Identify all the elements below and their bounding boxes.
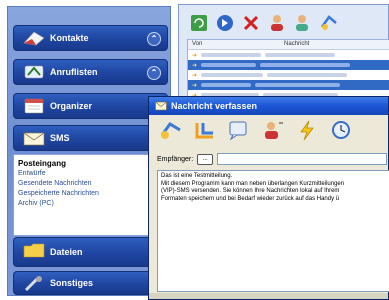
- table-header: Von Nachricht: [188, 40, 389, 50]
- address-book-button[interactable]: ...: [197, 153, 214, 165]
- message-list-window: Von Nachricht ➜ ➜ ➜ ➜: [178, 4, 389, 107]
- list-toolbar: [189, 13, 339, 35]
- table-row[interactable]: ➜: [188, 80, 389, 90]
- clock-icon[interactable]: [329, 119, 353, 141]
- message-arrow-icon: ➜: [192, 82, 198, 89]
- nav-sms-label: SMS: [50, 133, 70, 143]
- envelope-icon: [155, 101, 167, 111]
- contacts-icon: [23, 31, 45, 46]
- message-line: Das ist eine Testmitteilung.: [161, 173, 233, 179]
- template-icon[interactable]: [227, 119, 251, 141]
- obscured-sender: [201, 63, 257, 67]
- nav-dateien-label: Dateien: [50, 247, 83, 257]
- save-icon[interactable]: [193, 119, 217, 141]
- message-arrow-icon: ➜: [192, 52, 198, 59]
- nav-sonstiges-label: Sonstiges: [50, 278, 94, 288]
- obscured-text: [267, 73, 348, 77]
- new-message-icon[interactable]: [319, 13, 339, 33]
- organizer-icon: [24, 98, 44, 114]
- column-von[interactable]: Von: [188, 40, 280, 49]
- compose-titlebar[interactable]: Nachricht verfassen: [149, 97, 388, 115]
- nav-sonstiges[interactable]: Sonstiges: [13, 271, 168, 295]
- send-icon[interactable]: [159, 119, 183, 141]
- nav-dateien[interactable]: Dateien: [13, 237, 168, 267]
- table-row[interactable]: ➜: [188, 60, 389, 70]
- message-line: (VIP)-SMS versenden. Sie können Ihre Nac…: [161, 188, 340, 194]
- application-window: Kontakte ⌃ Anruflisten ⌃ Organizer SMS P…: [0, 0, 389, 300]
- nav-organizer-label: Organizer: [50, 101, 93, 111]
- message-line: Mit diesem Programm kann man neben überl…: [161, 180, 345, 187]
- contact-icon[interactable]: [267, 13, 287, 33]
- message-arrow-icon: ➜: [192, 72, 198, 79]
- table-row[interactable]: ➜: [188, 70, 389, 80]
- compose-window: Nachricht verfassen Empfänger: ... Das i…: [148, 96, 389, 300]
- nav-kontakte-label: Kontakte: [50, 33, 89, 43]
- folder-icon: [23, 243, 45, 258]
- contact-add-icon[interactable]: [293, 13, 313, 33]
- obscured-text: [260, 63, 351, 67]
- folder-archiv[interactable]: Archiv (PC): [18, 199, 163, 209]
- obscured-sender: [201, 53, 262, 57]
- obscured-text: [265, 53, 336, 57]
- delete-icon[interactable]: [241, 13, 261, 33]
- table-row[interactable]: ➜: [188, 50, 389, 60]
- collapse-icon[interactable]: ⌃: [147, 66, 161, 80]
- recipient-row: Empfänger: ...: [157, 153, 388, 165]
- message-line: Formaten speichern und bei Bedarf wieder…: [161, 195, 340, 202]
- folder-posteingang[interactable]: Posteingang: [18, 159, 163, 168]
- compose-toolbar: [159, 119, 353, 141]
- tools-icon: [24, 276, 42, 292]
- forward-icon[interactable]: [215, 13, 235, 33]
- recipient-input[interactable]: [217, 153, 388, 165]
- recipient-label: Empfänger:: [157, 155, 194, 163]
- message-textarea[interactable]: Das ist eine Testmitteilung. Mit diesem P…: [157, 170, 389, 292]
- folder-entwuerfe[interactable]: Entwürfe: [18, 169, 163, 179]
- status-strip: [149, 293, 388, 299]
- folder-gesendet[interactable]: Gesendete Nachrichten: [18, 179, 163, 189]
- compose-title: Nachricht verfassen: [171, 101, 258, 111]
- message-arrow-icon: ➜: [192, 62, 198, 69]
- nav-sms[interactable]: SMS: [13, 125, 168, 151]
- call-list-icon: [24, 65, 44, 79]
- obscured-sender: [201, 83, 252, 87]
- folder-gespeichert[interactable]: Gespeicherte Nachrichten: [18, 189, 163, 199]
- obscured-sender: [201, 73, 264, 77]
- recipient-icon[interactable]: [261, 119, 285, 141]
- nav-anruflisten[interactable]: Anruflisten ⌃: [13, 59, 168, 85]
- nav-organizer[interactable]: Organizer: [13, 93, 168, 119]
- sms-envelope-icon: [23, 132, 45, 146]
- column-nachricht[interactable]: Nachricht: [280, 40, 313, 49]
- nav-anruflisten-label: Anruflisten: [50, 67, 98, 77]
- sidebar: Kontakte ⌃ Anruflisten ⌃ Organizer SMS P…: [7, 6, 171, 296]
- obscured-text: [255, 83, 341, 87]
- flash-sms-icon[interactable]: [295, 119, 319, 141]
- collapse-icon[interactable]: ⌃: [147, 32, 161, 46]
- nav-kontakte[interactable]: Kontakte ⌃: [13, 25, 168, 51]
- sms-folder-panel: Posteingang Entwürfe Gesendete Nachricht…: [13, 154, 168, 236]
- refresh-icon[interactable]: [189, 13, 209, 33]
